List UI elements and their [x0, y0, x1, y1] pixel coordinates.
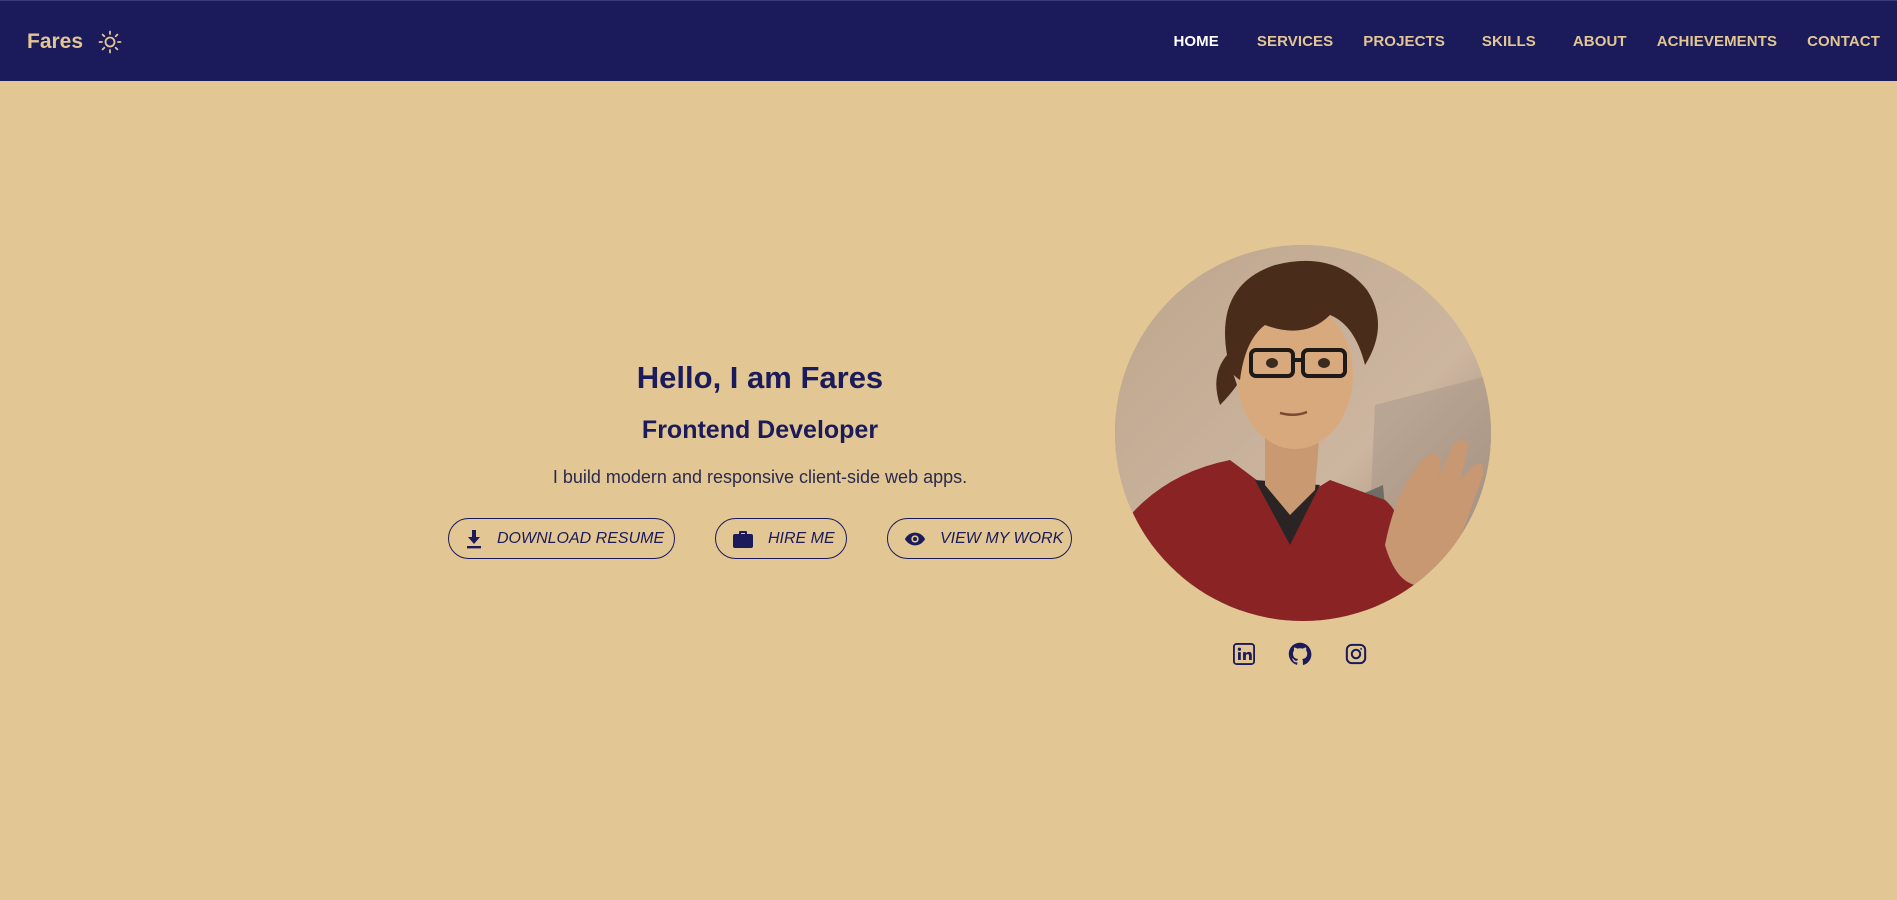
- nav-projects[interactable]: PROJECTS: [1363, 33, 1445, 50]
- linkedin-link[interactable]: [1230, 640, 1258, 668]
- nav-home[interactable]: HOME: [1173, 33, 1218, 50]
- brand: Fares: [27, 29, 123, 55]
- hire-me-button[interactable]: HIRE ME: [715, 518, 847, 559]
- hero-title: Hello, I am Fares: [636, 360, 884, 395]
- linkedin-icon: [1233, 643, 1255, 665]
- hire-me-label: HIRE ME: [768, 529, 835, 547]
- avatar: [1115, 245, 1491, 621]
- briefcase-icon: [732, 528, 754, 550]
- nav-services[interactable]: SERVICES: [1257, 33, 1333, 50]
- download-resume-button[interactable]: DOWNLOAD RESUME: [448, 518, 675, 559]
- github-icon: [1288, 642, 1312, 665]
- hero-tagline: I build modern and responsive client-sid…: [552, 467, 968, 487]
- navbar: Fares HOME SERVICES PROJECTS SKILLS ABOU…: [0, 0, 1897, 81]
- view-my-work-label: VIEW MY WORK: [940, 529, 1064, 547]
- github-link[interactable]: [1286, 640, 1314, 668]
- eye-icon: [904, 528, 926, 550]
- instagram-icon: [1345, 643, 1367, 665]
- avatar-illustration: [1115, 245, 1491, 621]
- download-icon: [465, 528, 483, 550]
- view-my-work-button[interactable]: VIEW MY WORK: [887, 518, 1072, 559]
- nav-achievements[interactable]: ACHIEVEMENTS: [1657, 33, 1777, 50]
- brand-name[interactable]: Fares: [27, 30, 83, 54]
- nav-contact[interactable]: CONTACT: [1807, 33, 1880, 50]
- download-resume-label: DOWNLOAD RESUME: [497, 529, 665, 547]
- hero-subtitle: Frontend Developer: [641, 416, 879, 444]
- sun-icon: [98, 30, 122, 54]
- main-nav: HOME SERVICES PROJECTS SKILLS ABOUT ACHI…: [1173, 1, 1880, 82]
- nav-about[interactable]: ABOUT: [1573, 33, 1627, 50]
- instagram-link[interactable]: [1342, 640, 1370, 668]
- theme-toggle-button[interactable]: [97, 29, 123, 55]
- hero-intro: Hello, I am Fares Frontend Developer I b…: [440, 360, 1080, 488]
- nav-skills[interactable]: SKILLS: [1482, 33, 1536, 50]
